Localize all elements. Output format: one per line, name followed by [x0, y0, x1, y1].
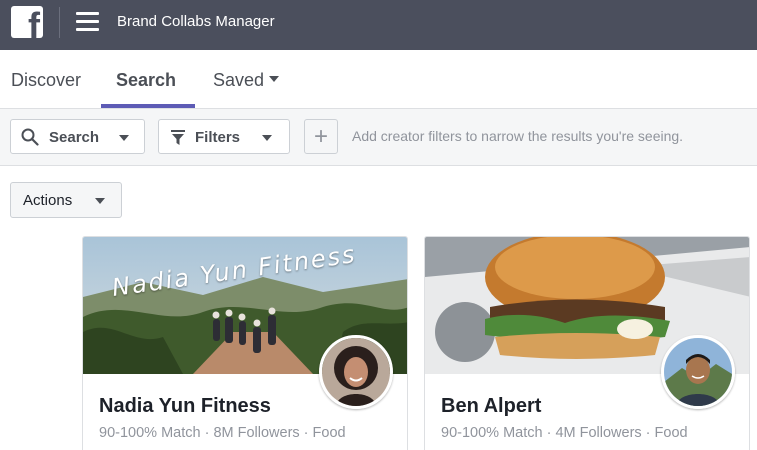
tab-search[interactable]: Search [116, 70, 176, 91]
chevron-down-icon [269, 76, 280, 83]
actions-dropdown-button[interactable]: Actions [10, 182, 122, 218]
chevron-down-icon [119, 135, 129, 141]
creator-name: Nadia Yun Fitness [99, 395, 271, 417]
filter-hint-text: Add creator filters to narrow the result… [352, 128, 684, 144]
creator-card[interactable]: Ben Alpert 90-100% Match · 4M Followers … [424, 236, 750, 450]
filters-dropdown-button[interactable]: Filters [158, 119, 290, 154]
search-button-label: Search [49, 129, 100, 146]
active-tab-indicator [101, 104, 195, 108]
creator-meta: 90-100% Match · 4M Followers · Food [441, 425, 688, 441]
actions-button-label: Actions [23, 192, 73, 209]
search-dropdown-button[interactable]: Search [10, 119, 145, 154]
filter-bar: Search Filters + Add creator filters to … [0, 109, 757, 166]
creator-name: Ben Alpert [441, 395, 542, 417]
app-title: Brand Collabs Manager [117, 13, 275, 30]
chevron-down-icon [95, 198, 105, 204]
tab-bar: Discover Search Saved [0, 50, 757, 109]
creator-meta: 90-100% Match · 8M Followers · Food [99, 425, 346, 441]
creator-card[interactable]: Nadia Yun Fitness Nadia Yun Fitness 90-1… [82, 236, 408, 450]
add-filter-button[interactable]: + [304, 119, 338, 154]
avatar [319, 335, 393, 409]
top-divider [59, 7, 60, 38]
facebook-logo-icon[interactable]: f [11, 6, 43, 38]
hamburger-menu-icon[interactable] [76, 12, 99, 32]
plus-icon: + [313, 122, 328, 150]
avatar [661, 335, 735, 409]
logo-letter: f [28, 6, 40, 39]
filters-button-label: Filters [195, 129, 241, 146]
tab-discover[interactable]: Discover [11, 70, 81, 91]
tab-saved[interactable]: Saved [213, 70, 280, 91]
filter-icon [171, 130, 185, 145]
chevron-down-icon [262, 135, 272, 141]
top-bar: f Brand Collabs Manager [0, 0, 757, 50]
search-icon [21, 128, 39, 146]
tab-saved-label: Saved [213, 70, 265, 90]
